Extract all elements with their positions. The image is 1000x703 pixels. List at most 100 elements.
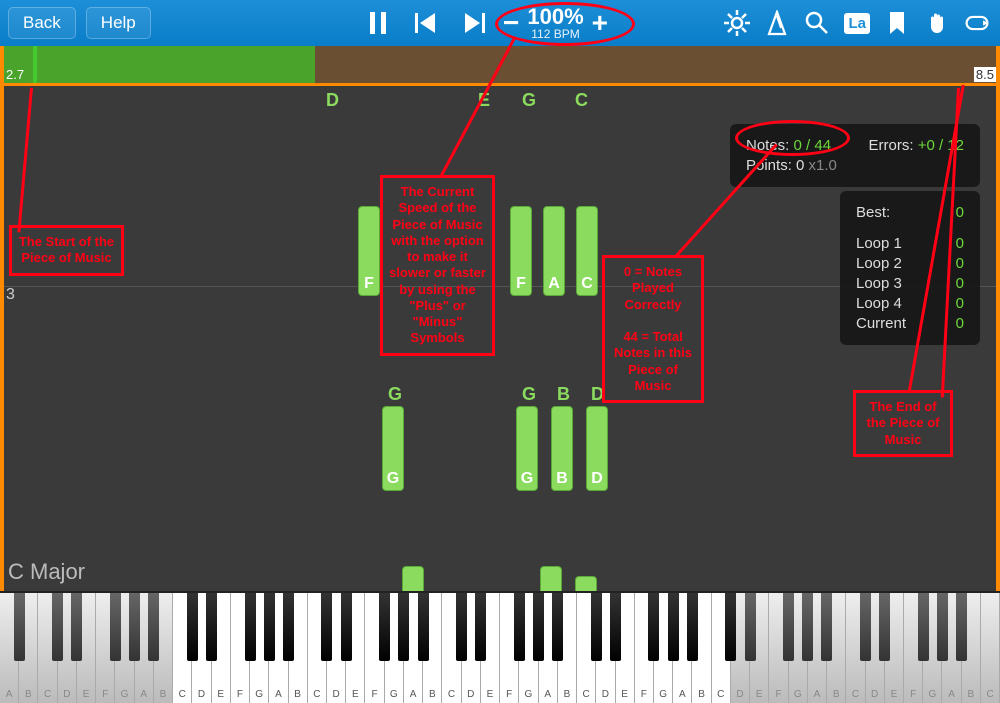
white-key[interactable]: B — [154, 593, 173, 703]
white-key[interactable]: D — [327, 593, 346, 703]
white-key[interactable]: C — [442, 593, 461, 703]
white-key[interactable]: A — [539, 593, 558, 703]
playhead-end-marker — [996, 46, 1000, 591]
loop-label: Current — [856, 315, 906, 332]
white-key[interactable]: B — [558, 593, 577, 703]
white-key[interactable]: C — [712, 593, 731, 703]
white-key[interactable]: C — [981, 593, 1000, 703]
label-badge[interactable]: La — [844, 13, 870, 34]
next-icon[interactable] — [461, 10, 487, 36]
loop-value: 0 — [956, 235, 964, 252]
white-key[interactable]: D — [731, 593, 750, 703]
loop-label: Loop 1 — [856, 235, 902, 252]
white-key[interactable]: G — [385, 593, 404, 703]
white-key[interactable]: B — [692, 593, 711, 703]
white-key[interactable]: G — [923, 593, 942, 703]
note-label: C — [575, 90, 588, 111]
white-key[interactable]: G — [654, 593, 673, 703]
back-button[interactable]: Back — [8, 7, 76, 39]
white-key[interactable]: D — [192, 593, 211, 703]
white-key[interactable]: C — [308, 593, 327, 703]
white-key[interactable]: C — [577, 593, 596, 703]
transport-controls — [365, 10, 487, 36]
piano-keyboard[interactable]: ABCDEFGABCDEFGABCDEFGABCDEFGABCDEFGABCDE… — [0, 591, 1000, 703]
falling-note — [575, 576, 597, 591]
white-key[interactable]: F — [500, 593, 519, 703]
pause-icon[interactable] — [365, 10, 391, 36]
loop-value: 0 — [956, 315, 964, 332]
white-key[interactable]: D — [462, 593, 481, 703]
falling-note: F — [510, 206, 532, 296]
falling-note: G — [382, 406, 404, 491]
loop-label: Loop 4 — [856, 295, 902, 312]
playhead-start-marker — [0, 46, 4, 591]
timeline-start-marker[interactable] — [33, 46, 37, 86]
white-key[interactable]: B — [962, 593, 981, 703]
white-key[interactable]: A — [673, 593, 692, 703]
white-key[interactable]: E — [212, 593, 231, 703]
white-key[interactable]: B — [827, 593, 846, 703]
falling-note: B — [551, 406, 573, 491]
white-key[interactable]: G — [115, 593, 134, 703]
white-key[interactable]: A — [0, 593, 19, 703]
loop-value: 0 — [956, 275, 964, 292]
white-key[interactable]: E — [750, 593, 769, 703]
white-key[interactable]: E — [885, 593, 904, 703]
bookmark-icon[interactable] — [884, 10, 910, 36]
white-key[interactable]: A — [808, 593, 827, 703]
note-label: G — [388, 384, 402, 405]
best-label: Best: — [856, 204, 890, 221]
note-label: G — [522, 90, 536, 111]
falling-note: A — [543, 206, 565, 296]
best-value: 0 — [956, 204, 964, 221]
white-key[interactable]: B — [19, 593, 38, 703]
falling-note: D — [586, 406, 608, 491]
white-key[interactable]: F — [635, 593, 654, 703]
annotation-speed-ellipse — [495, 2, 635, 46]
white-key[interactable]: B — [289, 593, 308, 703]
annotation-speed-box: The Current Speed of the Piece of Music … — [380, 175, 495, 356]
white-key[interactable]: F — [365, 593, 384, 703]
white-key[interactable]: A — [404, 593, 423, 703]
search-icon[interactable] — [804, 10, 830, 36]
loop-label: Loop 2 — [856, 255, 902, 272]
white-key[interactable]: D — [58, 593, 77, 703]
timeline-right-label: 8.5 — [974, 67, 996, 82]
white-key[interactable]: D — [596, 593, 615, 703]
measure-number: 3 — [6, 286, 15, 304]
white-key[interactable]: F — [769, 593, 788, 703]
white-key[interactable]: B — [423, 593, 442, 703]
white-key[interactable]: G — [789, 593, 808, 703]
white-key[interactable]: E — [481, 593, 500, 703]
white-key[interactable]: A — [269, 593, 288, 703]
falling-note — [540, 566, 562, 591]
hand-icon[interactable] — [924, 10, 950, 36]
loop-icon[interactable] — [964, 10, 990, 36]
white-key[interactable]: E — [346, 593, 365, 703]
white-key[interactable]: E — [616, 593, 635, 703]
falling-note: F — [358, 206, 380, 296]
white-key[interactable]: A — [942, 593, 961, 703]
annotation-start-box: The Start of the Piece of Music — [9, 225, 124, 276]
white-key[interactable]: F — [231, 593, 250, 703]
white-key[interactable]: C — [38, 593, 57, 703]
white-key[interactable]: E — [77, 593, 96, 703]
timeline-played-region — [0, 46, 315, 86]
white-key[interactable]: G — [519, 593, 538, 703]
loop-scores-panel: Best:0 Loop 10 Loop 20 Loop 30 Loop 40 C… — [840, 191, 980, 345]
points-mult: x1.0 — [809, 157, 837, 174]
metronome-icon[interactable] — [764, 10, 790, 36]
help-button[interactable]: Help — [86, 7, 151, 39]
white-key[interactable]: A — [135, 593, 154, 703]
white-key[interactable]: D — [866, 593, 885, 703]
annotation-notes-box: 0 = Notes Played Correctly 44 = Total No… — [602, 255, 704, 403]
white-key[interactable]: F — [904, 593, 923, 703]
white-key[interactable]: G — [250, 593, 269, 703]
white-key[interactable]: C — [846, 593, 865, 703]
white-key[interactable]: C — [173, 593, 192, 703]
previous-icon[interactable] — [413, 10, 439, 36]
note-fall-area: 3 C Major D E G C F F A C G G B D G G B … — [0, 86, 1000, 591]
settings-gear-icon[interactable] — [724, 10, 750, 36]
white-key[interactable]: F — [96, 593, 115, 703]
points-value: 0 — [796, 157, 804, 174]
